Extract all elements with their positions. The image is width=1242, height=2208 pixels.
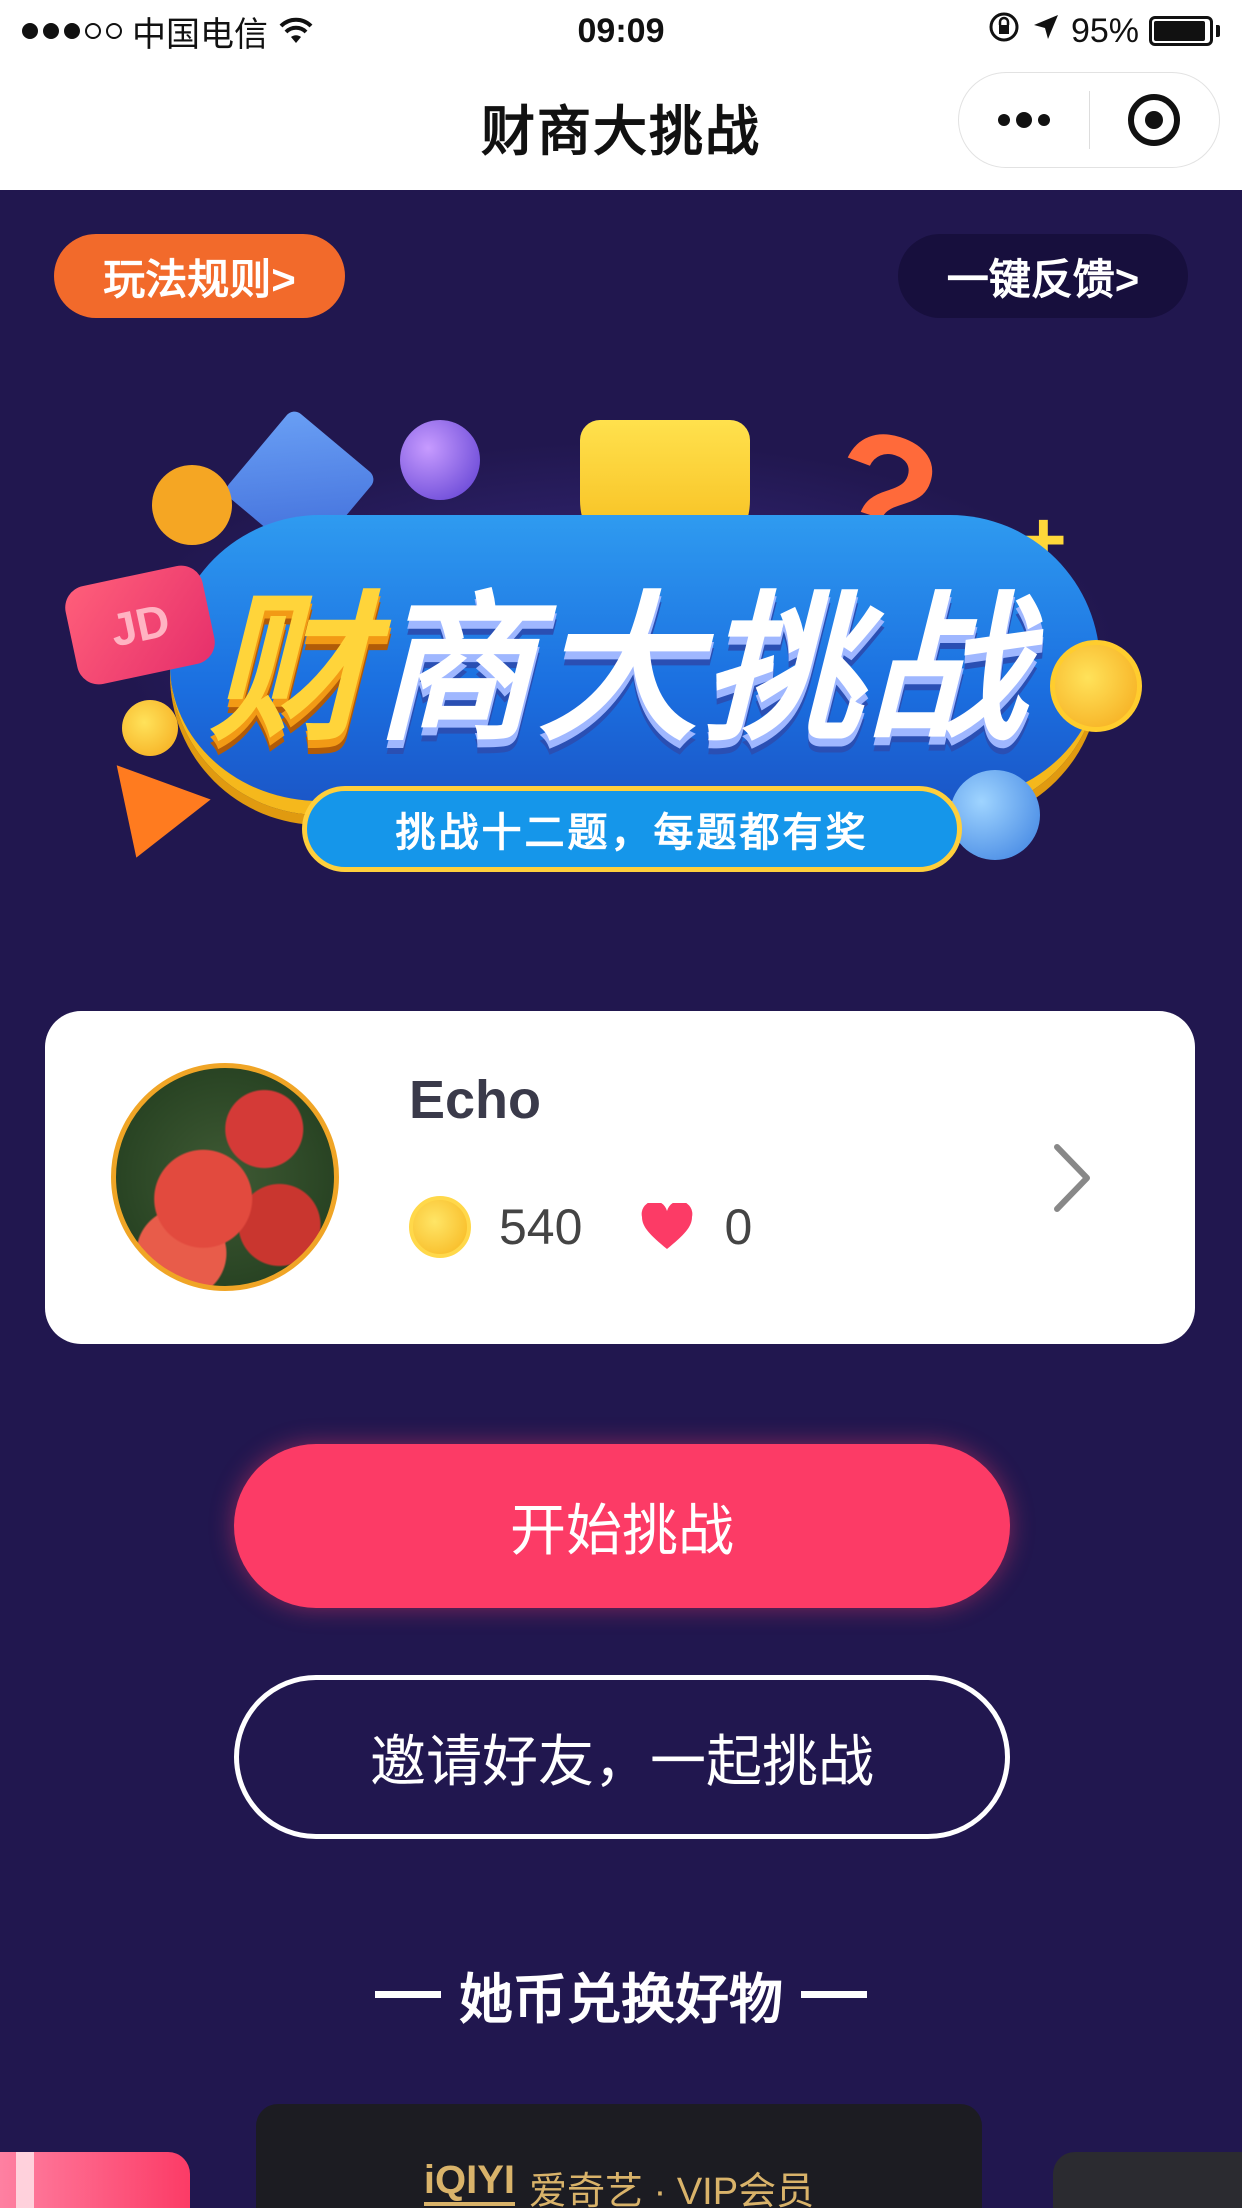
section-line-left (375, 1991, 441, 1998)
planet-icon (950, 770, 1040, 860)
target-circle-icon (1128, 94, 1181, 146)
heart-count: 0 (724, 1199, 753, 1255)
reward-card-iqiyi[interactable]: iQIYI 爱奇艺 · VIP会员 (256, 2104, 982, 2208)
feedback-button[interactable]: 一键反馈> (898, 234, 1188, 318)
coin-icon (409, 1196, 471, 1258)
signal-strength-icon (22, 23, 122, 39)
more-dots-icon (997, 112, 1050, 128)
orientation-lock-icon (987, 10, 1021, 53)
section-header: 她币兑换好物 (0, 1955, 1242, 2034)
hero-banner: ? + JD 财商大挑战 挑战十二题，每题都有奖 (60, 389, 1180, 900)
start-challenge-button[interactable]: 开始挑战 (234, 1444, 1010, 1608)
more-button[interactable] (959, 73, 1089, 167)
reward-card-left[interactable] (0, 2152, 190, 2208)
section-line-right (801, 1991, 867, 1998)
location-arrow-icon (1031, 12, 1061, 51)
carrier-name: 中国电信 (132, 15, 268, 54)
nav-bar: 财商大挑战 (0, 62, 1242, 190)
invite-friends-button[interactable]: 邀请好友，一起挑战 (234, 1675, 1010, 1839)
section-title: 她币兑换好物 (459, 1970, 783, 2030)
battery-icon (1149, 16, 1220, 46)
battery-percent: 95% (1070, 11, 1139, 50)
reward-card-right[interactable] (1053, 2152, 1242, 2208)
profile-card[interactable]: Echo 540 0 (45, 1011, 1195, 1344)
avatar[interactable] (111, 1063, 339, 1291)
reward-label: 爱奇艺 · VIP会员 (529, 2171, 815, 2208)
banner-title-rest: 商大挑战 (374, 580, 1031, 759)
chevron-right-icon[interactable] (1051, 1141, 1095, 1215)
orb-icon (400, 420, 480, 500)
iqiyi-logo: iQIYI (423, 2160, 516, 2206)
banner-title: 财商大挑战 (60, 540, 1180, 772)
user-name: Echo (409, 1070, 542, 1130)
banner-title-gold: 财 (209, 580, 374, 759)
page-title: 财商大挑战 (481, 101, 761, 162)
banner-subtitle: 挑战十二题，每题都有奖 (302, 786, 962, 872)
close-button[interactable] (1090, 73, 1220, 167)
chat-bubble-icon (152, 465, 232, 545)
coin-count: 540 (499, 1199, 583, 1255)
mini-program-capsule (958, 72, 1220, 168)
user-stats: 540 0 (409, 1196, 752, 1258)
status-right: 95% (987, 10, 1220, 53)
status-bar: 中国电信 09:09 95% (0, 0, 1242, 62)
wifi-icon (278, 17, 314, 45)
heart-icon (642, 1203, 693, 1249)
status-left: 中国电信 (22, 7, 314, 56)
rules-button[interactable]: 玩法规则> (54, 234, 345, 318)
